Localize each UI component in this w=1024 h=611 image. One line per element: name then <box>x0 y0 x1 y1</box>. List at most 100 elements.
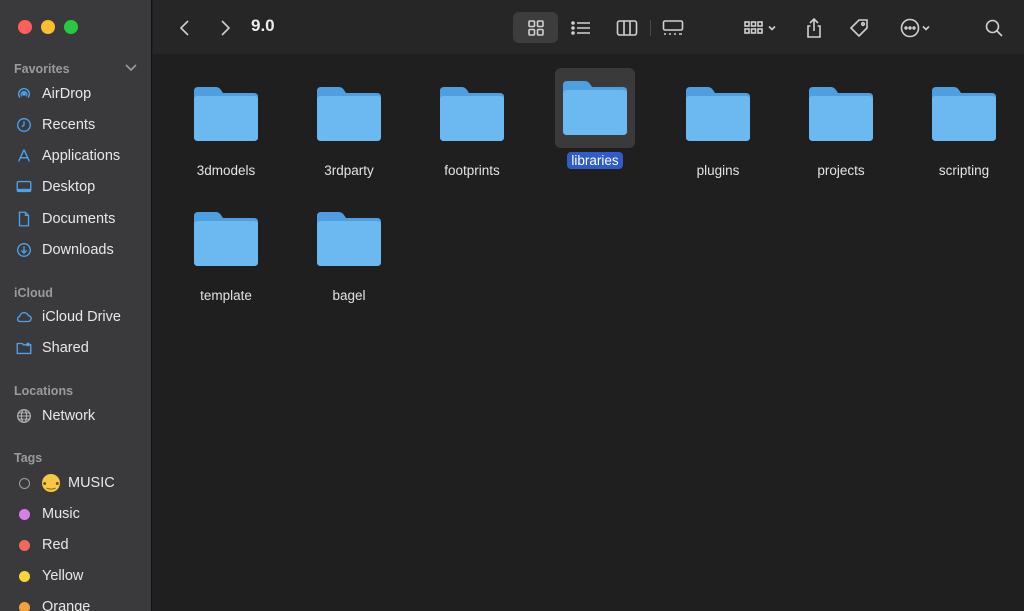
chevron-down-icon <box>922 25 930 31</box>
sidebar-item-downloads[interactable]: Downloads <box>14 237 150 263</box>
folder-icon <box>809 87 873 141</box>
list-view-button[interactable] <box>565 14 597 42</box>
sidebar-item-label: Applications <box>42 148 121 164</box>
folder-icon <box>317 87 381 141</box>
sidebar-item-documents[interactable]: Documents <box>14 206 150 232</box>
tag-icon <box>849 19 868 38</box>
tag-dot-icon <box>19 539 30 551</box>
more-actions-button[interactable] <box>893 14 937 42</box>
sidebar-item-label: Orange <box>42 599 91 611</box>
sidebar-item-label: iCloud Drive <box>42 309 121 325</box>
folder-icon-wrap <box>186 199 266 279</box>
sidebar-item-label: Downloads <box>42 242 114 258</box>
folder-icon-wrap <box>801 74 881 154</box>
window-controls <box>18 20 78 34</box>
emoji-face-icon: •‿• <box>42 474 60 492</box>
folder-item[interactable]: 3rdparty <box>294 74 404 179</box>
document-icon <box>14 209 34 229</box>
folder-item[interactable]: 3dmodels <box>171 74 281 179</box>
search-button[interactable] <box>981 14 1007 42</box>
folder-icon-wrap <box>309 199 389 279</box>
sidebar-tag-red[interactable]: Red <box>14 532 150 558</box>
folder-item[interactable]: template <box>171 199 281 304</box>
download-icon <box>14 240 34 260</box>
close-window-button[interactable] <box>18 20 32 34</box>
folder-icon <box>563 81 627 135</box>
column-view-button[interactable] <box>611 14 643 42</box>
folder-item[interactable]: plugins <box>663 74 773 179</box>
share-button[interactable] <box>801 14 827 42</box>
sidebar-item-network[interactable]: Network <box>14 403 150 429</box>
list-icon <box>571 21 590 35</box>
sidebar-item-applications[interactable]: Applications <box>14 143 150 169</box>
sidebar-item-label: Documents <box>42 211 116 227</box>
folder-icon <box>194 87 258 141</box>
folder-item[interactable]: projects <box>786 74 896 179</box>
folder-icon-wrap <box>186 74 266 154</box>
sidebar-item-airdrop[interactable]: AirDrop <box>14 81 150 107</box>
folder-icon <box>317 212 381 266</box>
chevron-down-icon <box>768 25 776 31</box>
applications-icon <box>14 146 34 166</box>
icloud-section-title: iCloud <box>14 286 53 300</box>
folder-name: projects <box>817 163 865 178</box>
folder-name: 3dmodels <box>196 163 256 178</box>
zoom-window-button[interactable] <box>64 20 78 34</box>
tag-dot-icon <box>19 601 30 611</box>
minimize-window-button[interactable] <box>41 20 55 34</box>
tag-circle-icon <box>19 477 30 489</box>
clock-icon <box>14 115 34 135</box>
sidebar-item-shared[interactable]: Shared <box>14 335 150 361</box>
folder-name: libraries <box>567 152 623 169</box>
sidebar-item-icloud-drive[interactable]: iCloud Drive <box>14 304 150 330</box>
back-button[interactable] <box>173 14 197 42</box>
folder-item[interactable]: scripting <box>909 74 1019 179</box>
folder-icon <box>686 87 750 141</box>
folder-icon-wrap <box>924 74 1004 154</box>
icon-view-button[interactable] <box>513 12 558 43</box>
sidebar-item-label: Network <box>42 408 96 424</box>
chevron-left-icon <box>179 20 189 36</box>
sidebar-tag-music-emoji[interactable]: •‿• MUSIC <box>14 470 150 496</box>
folder-icon-wrap <box>678 74 758 154</box>
sidebar-tag-yellow[interactable]: Yellow <box>14 563 150 589</box>
folder-icon <box>932 87 996 141</box>
sidebar-tag-orange[interactable]: Orange <box>14 594 150 611</box>
globe-icon <box>14 406 34 426</box>
tags-section-title: Tags <box>14 451 43 465</box>
ellipsis-circle-icon <box>900 18 920 38</box>
group-grid-icon <box>744 21 763 34</box>
locations-section-title: Locations <box>14 384 74 398</box>
sidebar-item-label: MUSIC <box>68 475 115 491</box>
sidebar-item-label: Desktop <box>42 179 96 195</box>
forward-button[interactable] <box>213 14 237 42</box>
folder-icon-wrap <box>309 74 389 154</box>
tags-button[interactable] <box>845 14 873 42</box>
sidebar-item-desktop[interactable]: Desktop <box>14 174 150 200</box>
toolbar: 9.0 <box>153 0 1024 54</box>
folder-name: template <box>200 288 252 303</box>
tag-dot-icon <box>19 508 30 520</box>
folder-item-selected[interactable]: libraries <box>540 68 650 169</box>
sidebar-tag-music[interactable]: Music <box>14 501 150 527</box>
window-title: 9.0 <box>251 16 275 35</box>
folder-item[interactable]: footprints <box>417 74 527 179</box>
group-by-button[interactable] <box>737 14 783 42</box>
grid-icon <box>527 19 544 36</box>
cloud-icon <box>14 307 34 327</box>
folder-name: plugins <box>696 163 740 178</box>
gallery-view-button[interactable] <box>657 14 689 42</box>
folder-name: bagel <box>332 288 366 303</box>
folder-icon-wrap <box>555 68 635 148</box>
sidebar: Favorites AirDrop Recents Applications D… <box>0 0 152 611</box>
folder-item[interactable]: bagel <box>294 199 404 304</box>
shared-folder-icon <box>14 338 34 358</box>
sidebar-item-recents[interactable]: Recents <box>14 112 150 138</box>
chevron-right-icon <box>221 20 231 36</box>
folder-icon <box>194 212 258 266</box>
chevron-down-icon[interactable] <box>124 60 138 74</box>
search-icon <box>985 19 1003 37</box>
columns-icon <box>616 20 638 36</box>
airdrop-icon <box>14 84 34 104</box>
favorites-section-title: Favorites <box>14 62 70 76</box>
